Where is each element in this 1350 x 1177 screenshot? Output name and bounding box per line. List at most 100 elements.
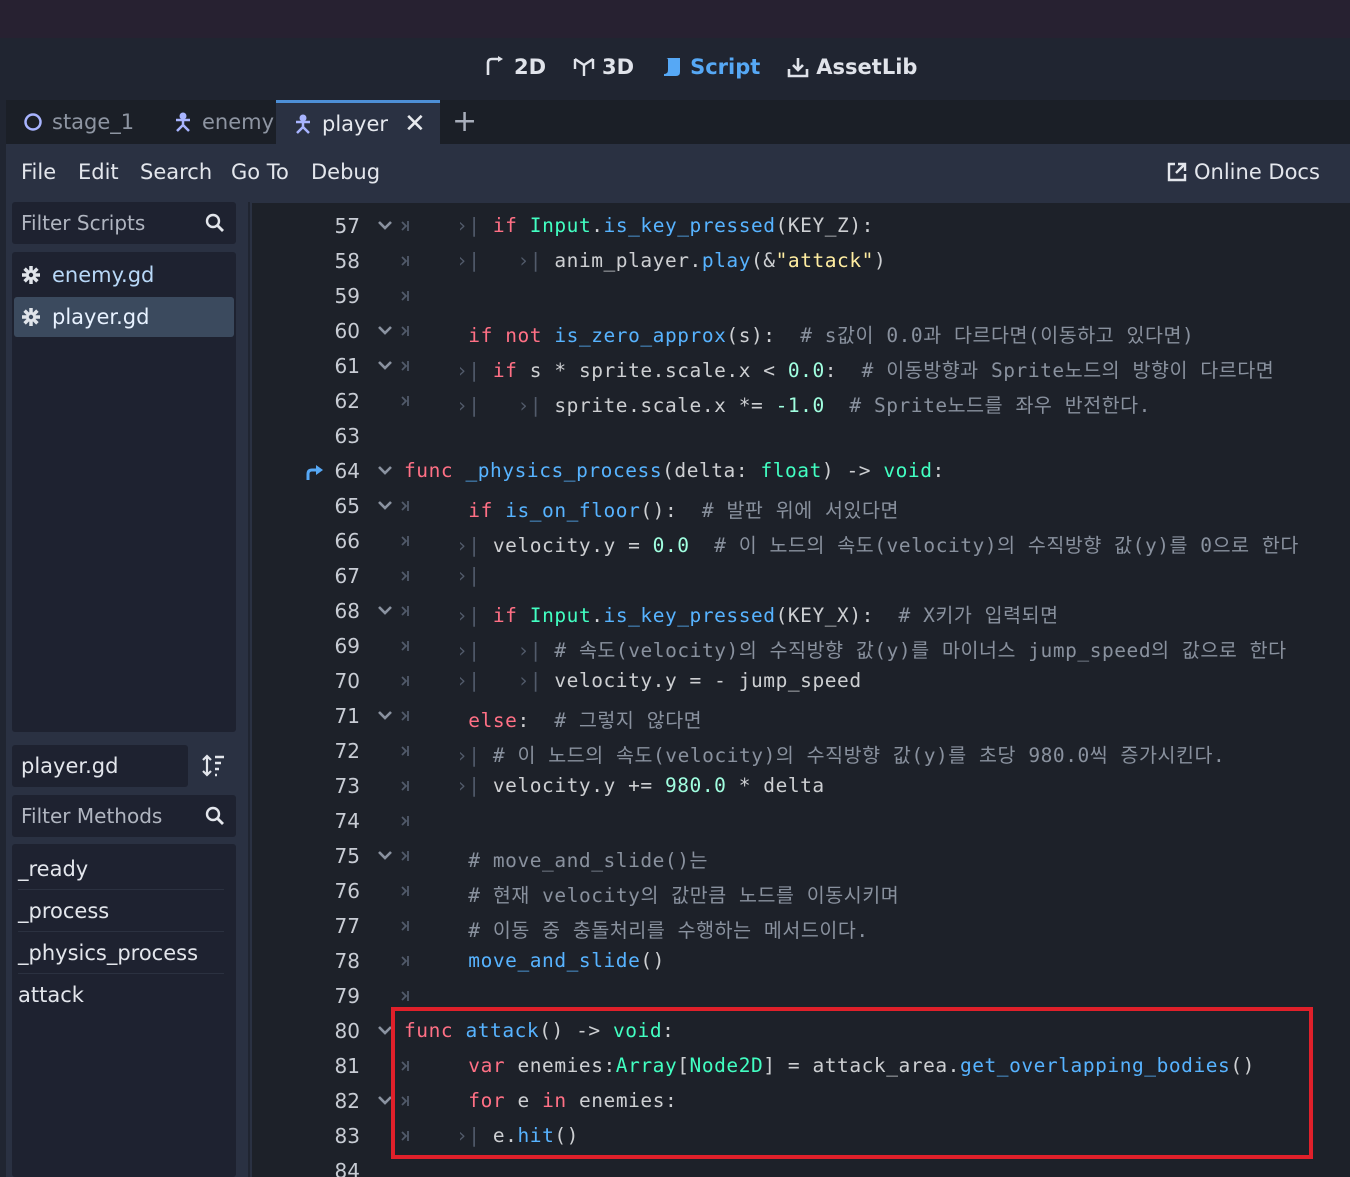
- code-line[interactable]: 75 # move_and_slide()는: [252, 840, 1350, 875]
- chevron-down-icon[interactable]: [378, 601, 414, 621]
- workspace-2d-label: 2D: [514, 55, 547, 79]
- code-token: (): [1230, 1054, 1255, 1077]
- code-token: 980.0: [664, 774, 727, 797]
- chevron-down-icon[interactable]: [378, 356, 414, 376]
- script-item-player[interactable]: player.gd: [14, 297, 234, 337]
- script-icon: [664, 58, 681, 76]
- code-line[interactable]: 74: [252, 805, 1350, 840]
- code-line[interactable]: 73 ›| velocity.y += 980.0 * delta: [252, 770, 1350, 805]
- code-token: func: [404, 1019, 454, 1042]
- code-line[interactable]: 78 move_and_slide(): [252, 945, 1350, 980]
- line-number: 74: [334, 809, 360, 833]
- code-token: if: [492, 359, 518, 382]
- code-line[interactable]: 65 if is_on_floor(): # 발판 위에 서있다면: [252, 490, 1350, 525]
- online-docs-label: Online Docs: [1194, 160, 1320, 184]
- gear-icon: [22, 308, 40, 326]
- chevron-down-icon[interactable]: [378, 496, 414, 516]
- line-number: 83: [334, 1124, 360, 1148]
- menu-debug[interactable]: Debug: [311, 160, 380, 184]
- gutter-spacer: [401, 816, 409, 826]
- code-token: Input: [529, 214, 592, 237]
- code-text: ›| if Input.is_key_pressed(KEY_X): # X키가…: [456, 604, 1059, 627]
- code-text: # 이동 중 충돌처리를 수행하는 메서드이다.: [456, 914, 869, 943]
- code-line[interactable]: 76 # 현재 velocity의 값만큼 노드를 이동시키며: [252, 875, 1350, 910]
- code-text: func _physics_process(delta: float) -> v…: [404, 459, 945, 482]
- line-number: 68: [334, 599, 360, 623]
- code-line[interactable]: 83 ›| e.hit(): [252, 1120, 1350, 1155]
- code-token: is_on_floor: [505, 499, 641, 522]
- workspace-script-button[interactable]: Script: [660, 55, 760, 79]
- tab-enemy[interactable]: enemy: [156, 100, 276, 144]
- line-number: 58: [334, 249, 360, 273]
- menu-edit[interactable]: Edit: [78, 160, 119, 184]
- gutter-spacer: [401, 571, 409, 581]
- workspace-bar: 2D 3D Script AssetLib: [0, 38, 1350, 100]
- code-line[interactable]: 61 ›| if s * sprite.scale.x < 0.0: # 이동방향…: [252, 350, 1350, 385]
- code-token: void: [883, 459, 933, 482]
- menu-search[interactable]: Search: [140, 160, 212, 184]
- menu-file[interactable]: File: [21, 160, 56, 184]
- override-arrow-icon[interactable]: [304, 462, 326, 482]
- code-editor[interactable]: 57 ›| if Input.is_key_pressed(KEY_Z): 58 ›|…: [250, 202, 1350, 1177]
- code-text: func attack() -> void:: [404, 1019, 674, 1042]
- close-icon[interactable]: ✕: [404, 109, 426, 139]
- sort-icon[interactable]: [202, 753, 226, 779]
- code-line[interactable]: 66 ›| velocity.y = 0.0 # 이 노드의 속도(velocit…: [252, 525, 1350, 560]
- code-line[interactable]: 67 ›|: [252, 560, 1350, 595]
- code-line[interactable]: 59: [252, 280, 1350, 315]
- line-number: 57: [334, 214, 360, 238]
- filter-methods-input[interactable]: [12, 804, 192, 828]
- code-token: if: [492, 214, 518, 237]
- code-line[interactable]: 63: [252, 420, 1350, 455]
- workspace-assetlib-button[interactable]: AssetLib: [786, 55, 917, 79]
- code-token: move_and_slide: [468, 949, 641, 972]
- code-line[interactable]: 70 ›| ›| velocity.y = - jump_speed: [252, 665, 1350, 700]
- code-token: ): [873, 249, 887, 272]
- menu-go-to[interactable]: Go To: [231, 160, 289, 184]
- code-line[interactable]: 71 else: # 그렇지 않다면: [252, 700, 1350, 735]
- method-item[interactable]: _process: [18, 890, 224, 932]
- code-line[interactable]: 68 ›| if Input.is_key_pressed(KEY_X): # X…: [252, 595, 1350, 630]
- code-token: enemies:: [517, 1054, 616, 1077]
- gear-icon: [22, 266, 40, 284]
- chevron-down-icon[interactable]: [378, 1091, 414, 1111]
- code-token: (): [640, 949, 665, 972]
- code-line[interactable]: 72 ›| # 이 노드의 속도(velocity)의 수직방향 값(y)를 초당…: [252, 735, 1350, 770]
- add-tab-button[interactable]: +: [452, 104, 477, 139]
- current-script-label: player.gd: [12, 745, 188, 787]
- code-text: ›| ›| velocity.y = - jump_speed: [456, 669, 862, 692]
- chevron-down-icon[interactable]: [378, 216, 414, 236]
- online-docs-button[interactable]: Online Docs: [1166, 160, 1320, 184]
- code-line[interactable]: 69 ›| ›| # 속도(velocity)의 수직방향 값(y)를 마이너스 …: [252, 630, 1350, 665]
- code-line[interactable]: 77 # 이동 중 충돌처리를 수행하는 메서드이다.: [252, 910, 1350, 945]
- method-list: _ready _process _physics_process attack: [12, 844, 236, 1177]
- method-item[interactable]: _ready: [18, 848, 224, 890]
- code-line[interactable]: 82 for e in enemies:: [252, 1085, 1350, 1120]
- code-line[interactable]: 81 var enemies:Array[Node2D] = attack_ar…: [252, 1050, 1350, 1085]
- tab-stage-1[interactable]: stage_1: [6, 100, 156, 144]
- code-line[interactable]: 80 func attack() -> void:: [252, 1015, 1350, 1050]
- workspace-3d-button[interactable]: 3D: [572, 55, 634, 79]
- chevron-down-icon[interactable]: [378, 846, 414, 866]
- code-token: anim_player.: [554, 249, 702, 272]
- chevron-down-icon[interactable]: [378, 321, 414, 341]
- code-line[interactable]: 60 if not is_zero_approx(s): # s값이 0.0과 …: [252, 315, 1350, 350]
- code-line[interactable]: 64 func _physics_process(delta: float) ->…: [252, 455, 1350, 490]
- code-line[interactable]: 84: [252, 1155, 1350, 1177]
- gutter-spacer: [401, 1131, 409, 1141]
- code-line[interactable]: 58 ›| ›| anim_player.play(&"attack"): [252, 245, 1350, 280]
- method-item[interactable]: _physics_process: [18, 932, 224, 974]
- gutter-spacer: [378, 426, 414, 446]
- line-number: 81: [334, 1054, 360, 1078]
- filter-scripts-input[interactable]: [12, 211, 192, 235]
- code-token: Input: [529, 604, 592, 627]
- script-item-enemy[interactable]: enemy.gd: [14, 255, 234, 295]
- code-line[interactable]: 57 ›| if Input.is_key_pressed(KEY_Z):: [252, 210, 1350, 245]
- line-number: 65: [334, 494, 360, 518]
- chevron-down-icon[interactable]: [378, 706, 414, 726]
- workspace-2d-button[interactable]: 2D: [484, 55, 546, 79]
- code-line[interactable]: 79: [252, 980, 1350, 1015]
- code-line[interactable]: 62 ›| ›| sprite.scale.x *= -1.0 # Sprite노…: [252, 385, 1350, 420]
- tab-player[interactable]: player ✕: [276, 100, 440, 144]
- method-item[interactable]: attack: [18, 974, 224, 1016]
